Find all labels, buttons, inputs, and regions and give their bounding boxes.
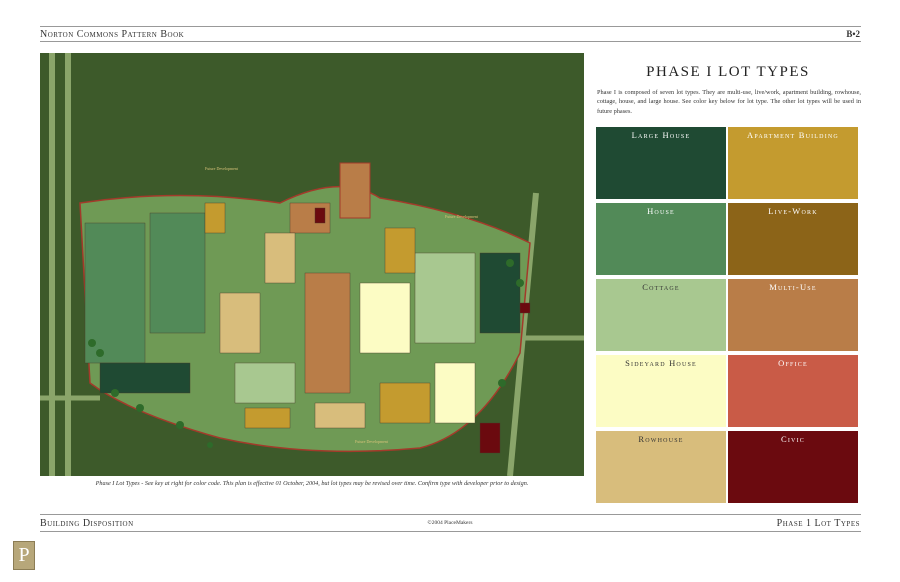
map-caption: Phase I Lot Types - See key at right for… bbox=[95, 480, 529, 487]
map-label-future-development: Future Development bbox=[205, 166, 239, 171]
legend-label: House bbox=[647, 206, 675, 216]
bottom-rule bbox=[40, 531, 861, 532]
legend-swatch-sideyard-house: Sideyard House bbox=[596, 355, 726, 427]
legend-swatch-large-house: Large House bbox=[596, 127, 726, 199]
legend-label: Civic bbox=[780, 434, 805, 444]
legend-swatch-apartment-building: Apartment Building bbox=[728, 127, 858, 199]
legend-swatch-cottage: Cottage bbox=[596, 279, 726, 351]
legend-label: Large House bbox=[631, 130, 691, 140]
legend-swatch-civic: Civic bbox=[728, 431, 858, 503]
page-number: B•2 bbox=[846, 29, 860, 39]
legend-label: Sideyard House bbox=[625, 358, 697, 368]
site-plan-map: Future Development Future Development Fu… bbox=[40, 53, 584, 476]
site-plan-svg: Future Development Future Development Fu… bbox=[40, 53, 584, 476]
legend-swatch-house: House bbox=[596, 203, 726, 275]
placemakers-logo: P bbox=[13, 541, 35, 570]
copyright: ©2004 PlaceMakers bbox=[427, 520, 473, 526]
panel-title: PHASE I LOT TYPES bbox=[646, 64, 810, 80]
panel-description: Phase I is composed of seven lot types. … bbox=[597, 89, 861, 115]
legend-label: Apartment Building bbox=[747, 130, 839, 140]
legend-swatch-live-work: Live-Work bbox=[728, 203, 858, 275]
map-label-future-development: Future Development bbox=[355, 439, 389, 444]
legend-label: Office bbox=[778, 358, 808, 368]
legend-label: Rowhouse bbox=[638, 434, 684, 444]
header-rule bbox=[40, 41, 861, 42]
map-label-future-development: Future Development bbox=[445, 214, 479, 219]
topic-title: Phase 1 Lot Types bbox=[776, 518, 860, 529]
legend-label: Live-Work bbox=[768, 206, 818, 216]
footer-rule bbox=[40, 514, 861, 515]
legend-label: Cottage bbox=[642, 282, 680, 292]
legend-swatch-multi-use: Multi-Use bbox=[728, 279, 858, 351]
legend-swatch-rowhouse: Rowhouse bbox=[596, 431, 726, 503]
legend-swatch-office: Office bbox=[728, 355, 858, 427]
book-title: Norton Commons Pattern Book bbox=[40, 29, 185, 40]
top-rule bbox=[40, 26, 861, 27]
legend-label: Multi-Use bbox=[769, 282, 817, 292]
